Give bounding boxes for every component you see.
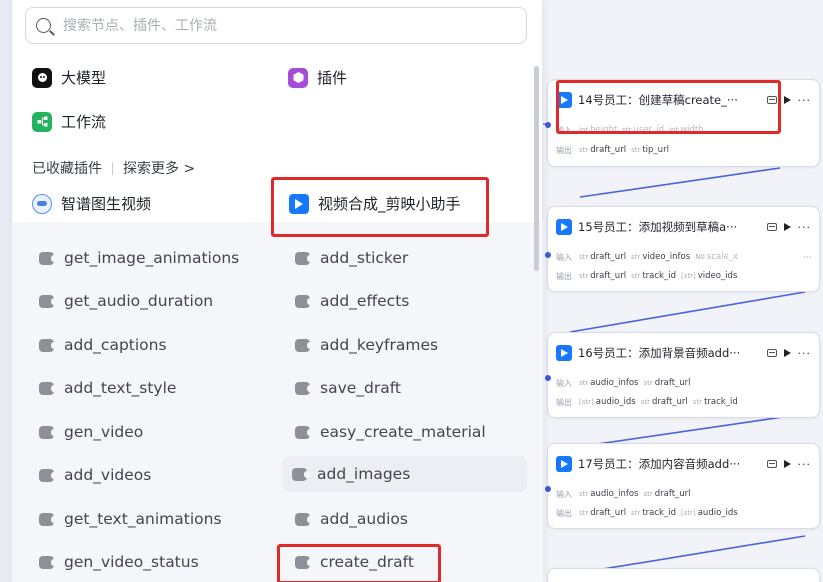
debug-icon[interactable] xyxy=(766,96,777,104)
jianying-icon xyxy=(556,345,572,361)
edge xyxy=(579,167,781,198)
category-workflow[interactable]: 工作流 xyxy=(32,111,106,132)
tool-icon xyxy=(292,467,310,481)
search-icon xyxy=(36,18,51,33)
tool-item[interactable]: gen_video xyxy=(29,414,143,450)
node-outputs: 输出 str draft_url str track_id [str] audio_i… xyxy=(556,508,738,518)
tool-icon xyxy=(39,338,57,352)
run-node-button[interactable] xyxy=(783,96,791,104)
category-llm[interactable]: 大模型 xyxy=(32,67,106,88)
inputs-more[interactable]: ··· xyxy=(803,253,811,262)
workflow-node-16[interactable]: 16号员工：添加背景音频add··· ··· 输入 str audio_infos… xyxy=(545,332,820,418)
debug-icon[interactable] xyxy=(766,460,777,468)
tool-item[interactable]: easy_create_material xyxy=(285,414,486,450)
jianying-icon xyxy=(556,92,572,108)
workflow-node-15[interactable]: 15号员工：添加视频到草稿a··· ··· 输入 str draft_url st… xyxy=(545,206,820,292)
node-inputs: 输入 str audio_infos str draft_url xyxy=(556,489,691,499)
tool-item[interactable]: get_image_animations xyxy=(29,240,239,276)
edge xyxy=(569,291,806,333)
node-title: 17号员工：添加内容音频add··· xyxy=(578,457,741,471)
tool-icon xyxy=(39,468,57,482)
divider xyxy=(112,161,113,175)
node-more-button[interactable]: ··· xyxy=(798,221,812,234)
plugin-section-tabs: 已收藏插件 探索更多 > xyxy=(32,158,195,178)
category-plugin[interactable]: 插件 xyxy=(288,67,347,88)
tool-icon xyxy=(295,555,313,569)
node-inputs: 输入 str audio_infos str draft_url xyxy=(556,378,691,388)
input-port[interactable] xyxy=(545,486,551,492)
left-strip xyxy=(0,0,12,582)
node-outputs: 输出 str draft_url str track_id [str] video_i… xyxy=(556,271,738,281)
debug-icon[interactable] xyxy=(766,223,777,231)
zhipu-icon xyxy=(32,193,52,214)
input-port[interactable] xyxy=(545,122,551,128)
node-outputs: 输出 [str] audio_ids str draft_url str track_… xyxy=(556,397,738,407)
workflow-node-partial[interactable] xyxy=(547,568,820,582)
tool-item[interactable]: gen_video_status xyxy=(29,544,199,580)
tool-item[interactable]: add_effects xyxy=(285,283,409,319)
tool-item[interactable]: save_draft xyxy=(285,370,401,406)
node-title: 14号员工：创建草稿create_··· xyxy=(578,93,738,107)
tool-item[interactable]: add_audios xyxy=(285,501,408,537)
tool-icon xyxy=(39,381,57,395)
node-title: 15号员工：添加视频到草稿a··· xyxy=(578,220,738,234)
node-inputs: 输入 int height str user_id int width xyxy=(556,125,704,135)
tool-item[interactable]: get_audio_duration xyxy=(29,283,213,319)
tool-icon xyxy=(39,251,57,265)
add-node-panel: 大模型 插件 工作流 已收藏插件 探索更多 > 智谱图生视频 视频合成_剪映小助… xyxy=(12,0,543,582)
tool-item[interactable]: add_keyframes xyxy=(285,327,438,363)
jianying-icon xyxy=(556,456,572,472)
run-node-button[interactable] xyxy=(783,223,791,231)
tool-icon xyxy=(39,555,57,569)
node-inputs: 输入 str draft_url str video_infos N0 scale_x… xyxy=(556,252,811,262)
input-port[interactable] xyxy=(545,252,551,258)
tool-icon xyxy=(295,294,313,308)
search-box[interactable] xyxy=(25,7,527,44)
favorite-plugin-zhipu[interactable]: 智谱图生视频 xyxy=(32,193,151,214)
plugin-tool-list: get_image_animations get_audio_duration … xyxy=(12,222,543,582)
workflow-icon xyxy=(32,111,52,132)
tool-item[interactable]: add_sticker xyxy=(285,240,408,276)
tool-icon xyxy=(295,425,313,439)
node-more-button[interactable]: ··· xyxy=(798,347,812,360)
node-more-button[interactable]: ··· xyxy=(798,94,812,107)
jianying-icon xyxy=(289,193,309,214)
tool-item[interactable]: get_text_animations xyxy=(29,501,222,537)
debug-icon[interactable] xyxy=(766,349,777,357)
favorites-tab[interactable]: 已收藏插件 xyxy=(32,158,102,178)
workflow-node-14[interactable]: 14号员工：创建草稿create_··· ··· 输入 int height st… xyxy=(545,79,820,167)
llm-icon xyxy=(32,67,52,88)
tool-item[interactable]: add_videos xyxy=(29,457,151,493)
node-title: 16号员工：添加背景音频add··· xyxy=(578,346,741,360)
tool-icon xyxy=(295,512,313,526)
node-more-button[interactable]: ··· xyxy=(798,458,812,471)
tool-item[interactable]: create_draft xyxy=(285,544,414,580)
jianying-icon xyxy=(556,219,572,235)
scrollbar[interactable] xyxy=(534,66,539,271)
workflow-node-17[interactable]: 17号员工：添加内容音频add··· ··· 输入 str audio_infos… xyxy=(545,443,820,529)
tool-icon xyxy=(295,381,313,395)
run-node-button[interactable] xyxy=(783,460,791,468)
tool-item[interactable]: add_text_style xyxy=(29,370,176,406)
explore-more-link[interactable]: 探索更多 > xyxy=(123,158,195,178)
favorite-plugin-jianying[interactable]: 视频合成_剪映小助手 xyxy=(289,193,461,214)
tool-icon xyxy=(39,512,57,526)
tool-item-hovered[interactable]: add_images xyxy=(282,456,527,492)
tool-icon xyxy=(295,338,313,352)
tool-icon xyxy=(39,425,57,439)
node-outputs: 输出 str draft_url str tip_url xyxy=(556,145,669,155)
plugin-cube-icon xyxy=(288,67,308,88)
tool-icon xyxy=(39,294,57,308)
input-port[interactable] xyxy=(545,375,551,381)
run-node-button[interactable] xyxy=(783,349,791,357)
search-input[interactable] xyxy=(63,17,503,34)
tool-icon xyxy=(295,251,313,265)
tool-item[interactable]: add_captions xyxy=(29,327,167,363)
